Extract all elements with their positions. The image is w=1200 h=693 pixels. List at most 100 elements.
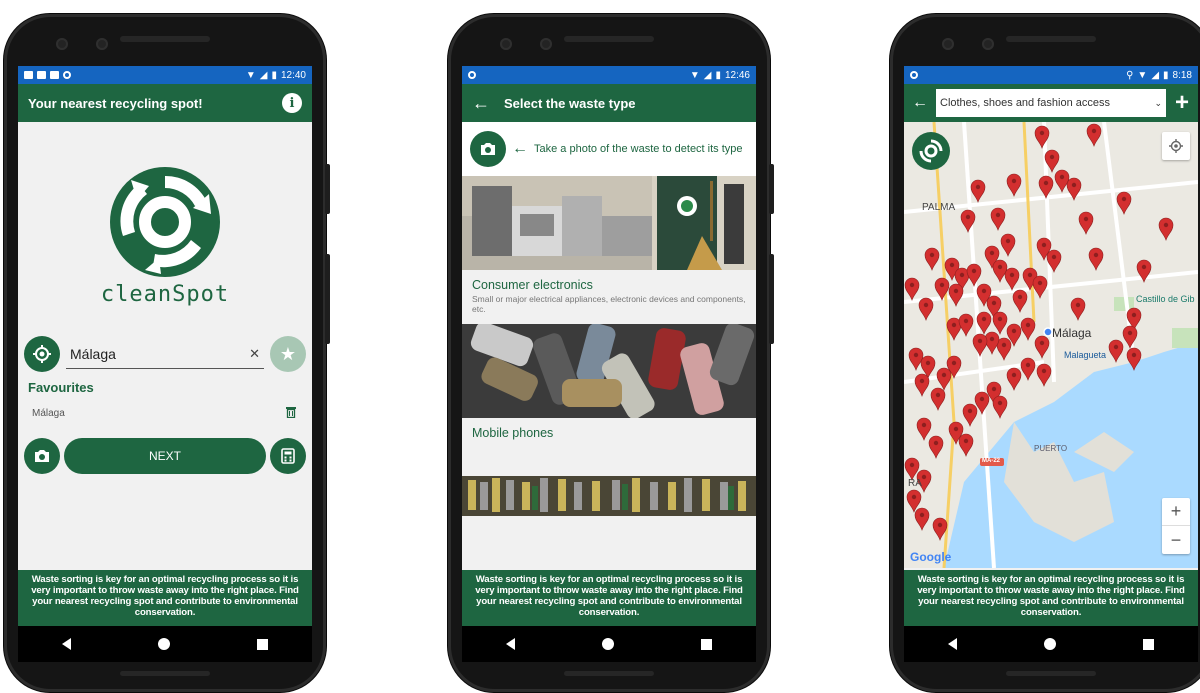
sd-card-icon <box>50 71 59 79</box>
map-pin-dot <box>941 372 947 378</box>
clock: 12:40 <box>280 69 306 81</box>
map-view[interactable]: PALMA Castillo de Gib Málaga Malagueta P… <box>904 122 1198 568</box>
map-pin-dot <box>933 440 939 446</box>
map-pin-dot <box>1027 272 1033 278</box>
back-nav-icon[interactable] <box>61 638 71 650</box>
electronics-photo <box>462 176 756 270</box>
add-spot-icon[interactable]: + <box>1172 89 1192 117</box>
calculator-button[interactable] <box>270 438 306 474</box>
category-title: Consumer electronics <box>472 278 593 292</box>
front-sensor <box>982 38 994 50</box>
take-photo-button[interactable] <box>470 131 506 167</box>
my-location-button[interactable] <box>1162 132 1190 160</box>
category-card-mobile-phones[interactable]: Mobile phones <box>462 324 756 442</box>
next-button[interactable]: NEXT <box>64 438 266 474</box>
back-arrow-icon[interactable]: ← <box>472 93 490 114</box>
locate-me-button[interactable] <box>24 336 60 372</box>
map-pin-dot <box>913 352 919 358</box>
refresh-button[interactable] <box>912 132 950 170</box>
camera-icon <box>481 143 495 155</box>
category-card-electronics[interactable]: Consumer electronics Small or major elec… <box>462 176 756 314</box>
sync-icon <box>63 71 71 79</box>
photo-hint-text: Take a photo of the waste to detect its … <box>534 143 743 155</box>
camera-button[interactable] <box>24 438 60 474</box>
map-pin-dot <box>1071 182 1077 188</box>
home-nav-icon[interactable] <box>1043 638 1056 650</box>
map-pin-dot <box>1083 216 1089 222</box>
info-banner: Waste sorting is key for an optimal recy… <box>462 570 756 626</box>
map-pin-dot <box>971 268 977 274</box>
map-pin-dot <box>997 264 1003 270</box>
map-label-castillo: Castillo de Gib <box>1136 294 1195 304</box>
info-banner: Waste sorting is key for an optimal recy… <box>904 570 1198 626</box>
map-pin-dot <box>995 212 1001 218</box>
map-pin-dot <box>1025 322 1031 328</box>
bottom-speaker <box>120 671 210 676</box>
map-pin-dot <box>935 392 941 398</box>
home-nav-icon[interactable] <box>601 638 614 650</box>
home-screen: ▼ ◢ ▮ 12:40 Your nearest recycling spot!… <box>18 66 312 662</box>
phone-frame-map: ⚲ ▼ ◢ ▮ 8:18 ← Clothes, shoes and fashio… <box>890 14 1200 692</box>
map-pin-dot <box>1049 154 1055 160</box>
map-pin-dot <box>953 426 959 432</box>
status-bar: ▼ ◢ ▮ 12:40 <box>18 66 312 84</box>
info-icon[interactable]: i <box>282 93 302 113</box>
recents-nav-icon[interactable] <box>1143 638 1155 650</box>
bottom-speaker <box>1006 671 1096 676</box>
clock: 12:46 <box>724 69 750 81</box>
waste-type-screen: ▼ ◢ ▮ 12:46 ← Select the waste type ← Ta… <box>462 66 756 662</box>
arrow-left-icon: ← <box>512 140 528 157</box>
city-search-input[interactable]: Málaga ✕ <box>66 339 264 369</box>
map-label-ra: RA <box>908 478 922 489</box>
zoom-in-button[interactable]: + <box>1162 498 1190 526</box>
waste-type-select[interactable]: Clothes, shoes and fashion access ⌄ <box>936 89 1166 117</box>
map-pin-dot <box>909 462 915 468</box>
speaker-grille <box>564 36 654 42</box>
zoom-out-button[interactable]: − <box>1162 526 1190 554</box>
calculator-icon <box>281 448 295 464</box>
wifi-icon: ▼ <box>689 69 700 81</box>
photo-hint-row: ← Take a photo of the waste to detect it… <box>462 122 756 176</box>
map-screen: ⚲ ▼ ◢ ▮ 8:18 ← Clothes, shoes and fashio… <box>904 66 1198 662</box>
map-pin-dot <box>1113 344 1119 350</box>
map-app-bar: ← Clothes, shoes and fashion access ⌄ + <box>904 84 1198 122</box>
map-pin-dot <box>909 282 915 288</box>
power-button <box>769 164 774 214</box>
map-pin-dot <box>1025 362 1031 368</box>
volume-button <box>769 254 774 344</box>
map-pin-dot <box>1051 254 1057 260</box>
home-nav-icon[interactable] <box>157 638 170 650</box>
recents-nav-icon[interactable] <box>701 638 713 650</box>
calendar-icon <box>37 71 46 79</box>
page-title: Your nearest recycling spot! <box>28 95 203 111</box>
recycle-logo-icon <box>110 167 220 277</box>
map-pin-dot <box>965 214 971 220</box>
add-favourite-button[interactable]: ★ <box>270 336 306 372</box>
city-input-value: Málaga <box>70 345 116 362</box>
map-pin-dot <box>963 438 969 444</box>
back-arrow-icon[interactable]: ← <box>910 94 930 112</box>
favourite-item[interactable]: Málaga <box>32 406 296 421</box>
map-pin-dot <box>963 318 969 324</box>
favourites-title: Favourites <box>28 380 94 395</box>
info-banner: Waste sorting is key for an optimal recy… <box>18 570 312 626</box>
recents-nav-icon[interactable] <box>257 638 269 650</box>
front-camera <box>56 38 68 50</box>
clear-icon[interactable]: ✕ <box>249 346 260 362</box>
map-pin-dot <box>929 252 935 258</box>
status-bar: ⚲ ▼ ◢ ▮ 8:18 <box>904 66 1198 84</box>
back-nav-icon[interactable] <box>947 638 957 650</box>
speaker-grille <box>1006 36 1096 42</box>
map-pin-dot <box>1005 238 1011 244</box>
map-pin-dot <box>1059 174 1065 180</box>
google-logo: Google <box>910 550 952 564</box>
favourite-item-label: Málaga <box>32 408 65 419</box>
map-pin-dot <box>1039 130 1045 136</box>
brand-name: cleanSpot <box>100 282 230 307</box>
category-card-batteries[interactable] <box>462 476 756 516</box>
map-label-puerto: PUERTO <box>1034 444 1068 453</box>
trash-icon[interactable] <box>286 406 296 421</box>
map-pin-dot <box>1093 252 1099 258</box>
map-pin-dot <box>949 262 955 268</box>
back-nav-icon[interactable] <box>505 638 515 650</box>
